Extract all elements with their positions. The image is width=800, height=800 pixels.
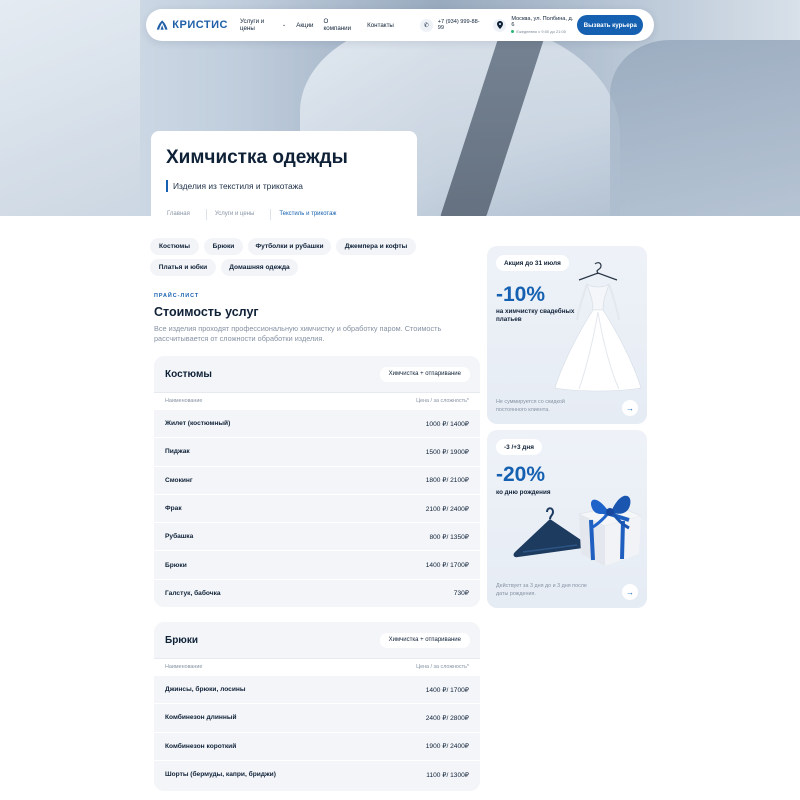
- price-table-title: Брюки: [165, 634, 198, 646]
- service-type-badge: Химчистка + отпаривание: [379, 632, 470, 648]
- table-row: Фрак 2100 ₽/ 2400₽: [154, 493, 480, 522]
- item-price: 1100 ₽/ 1300₽: [426, 771, 469, 779]
- chip-sweaters[interactable]: Джемпера и кофты: [336, 238, 416, 255]
- table-row: Брюки 1400 ₽/ 1700₽: [154, 550, 480, 578]
- phone-number: +7 (934) 999-88-99: [437, 19, 480, 31]
- item-name: Фрак: [165, 505, 182, 513]
- pricelist-eyebrow: ПРАЙС-ЛИСТ: [154, 293, 200, 299]
- item-name: Галстук, бабочка: [165, 589, 221, 597]
- breadcrumb: Главная Услуги и цены Текстиль и трикота…: [167, 209, 352, 220]
- item-name: Жилет (костюмный): [165, 420, 231, 428]
- table-header-row: Наименование Цена / за сложность*: [154, 658, 480, 675]
- price-table-suits: Костюмы Химчистка + отпаривание Наименов…: [154, 356, 480, 607]
- nav-services-label: Услуги и цены: [240, 18, 265, 32]
- hours-text: Ежедневно с 9:00 до 21:00: [516, 29, 566, 34]
- item-price: 1000 ₽/ 1400₽: [425, 420, 469, 428]
- item-name: Пиджак: [165, 448, 190, 456]
- price-table-title: Костюмы: [165, 368, 212, 380]
- breadcrumb-separator: [205, 209, 207, 220]
- item-name: Комбинезон длинный: [165, 714, 237, 722]
- item-name: Комбинезон короткий: [165, 742, 237, 750]
- item-price: 1400 ₽/ 1700₽: [425, 686, 469, 694]
- item-name: Смокинг: [165, 476, 193, 484]
- table-header-row: Наименование Цена / за сложность*: [154, 392, 480, 409]
- table-row: Пиджак 1500 ₽/ 1900₽: [154, 437, 480, 465]
- table-row: Галстук, бабочка 730₽: [154, 578, 480, 607]
- call-courier-button[interactable]: Вызвать курьера: [577, 15, 643, 35]
- breadcrumb-home[interactable]: Главная: [167, 211, 190, 220]
- chip-dresses-skirts[interactable]: Платья и юбки: [150, 259, 216, 276]
- item-price: 1900 ₽/ 2400₽: [425, 743, 469, 751]
- service-type-badge: Химчистка + отпаривание: [379, 366, 470, 382]
- promo-note: Действует за 3 дня до и 3 дня после даты…: [496, 583, 587, 597]
- table-row: Комбинезон короткий 1900 ₽/ 2400₽: [154, 731, 480, 760]
- breadcrumb-current: Текстиль и трикотаж: [279, 211, 337, 217]
- main-nav: Услуги и цены ⌄ Акции О компании Контакты: [240, 18, 404, 32]
- item-price: 2400 ₽/ 2800₽: [425, 714, 469, 722]
- breadcrumb-services[interactable]: Услуги и цены: [215, 211, 254, 220]
- site-header: КРИСТИС Услуги и цены ⌄ Акции О компании …: [146, 9, 654, 41]
- pricelist-title: Стоимость услуг: [154, 305, 259, 319]
- nav-promotions[interactable]: Акции: [296, 22, 313, 29]
- arrow-right-icon[interactable]: →: [622, 400, 638, 416]
- chip-tshirts-shirts[interactable]: Футболки и рубашки: [248, 238, 331, 255]
- item-price: 1400 ₽/ 1700₽: [425, 562, 469, 570]
- logo[interactable]: КРИСТИС: [156, 18, 228, 32]
- col-name-header: Наименование: [165, 398, 203, 404]
- promo-badge: -3 /+3 дня: [496, 439, 542, 455]
- col-price-header: Цена / за сложность*: [416, 398, 469, 404]
- opening-hours: Ежедневно с 9:00 до 21:00: [511, 29, 577, 34]
- table-row: Жилет (костюмный) 1000 ₽/ 1400₽: [154, 409, 480, 437]
- item-price: 1800 ₽/ 2100₽: [425, 477, 469, 485]
- table-row: Джинсы, брюки, лосины 1400 ₽/ 1700₽: [154, 675, 480, 703]
- table-row: Смокинг 1800 ₽/ 2100₽: [154, 465, 480, 494]
- chip-homewear[interactable]: Домашняя одежда: [221, 259, 298, 276]
- arrow-right-icon[interactable]: →: [622, 584, 638, 600]
- location-pin-icon: [493, 18, 507, 32]
- item-price: 1500 ₽/ 1900₽: [425, 448, 469, 456]
- nav-about[interactable]: О компании: [324, 18, 358, 32]
- table-row: Шорты (бермуды, капри, бриджи) 1100 ₽/ 13…: [154, 759, 480, 788]
- table-row: Рубашка 800 ₽/ 1350₽: [154, 522, 480, 550]
- chip-suits[interactable]: Костюмы: [150, 238, 199, 255]
- item-name: Шорты (бермуды, капри, бриджи): [165, 771, 276, 779]
- nav-contacts[interactable]: Контакты: [367, 22, 394, 29]
- col-name-header: Наименование: [165, 664, 203, 670]
- address-text: Москва, ул. Полбина, д. 6: [511, 16, 574, 28]
- nav-services[interactable]: Услуги и цены ⌄: [240, 18, 286, 32]
- table-row: Комбинезон длинный 2400 ₽/ 2800₽: [154, 703, 480, 731]
- promo-note: Не суммируется со скидкой постоянного кл…: [496, 399, 565, 413]
- item-price: 2100 ₽/ 2400₽: [425, 505, 469, 513]
- item-name: Джинсы, брюки, лосины: [165, 686, 246, 694]
- price-table-trousers: Брюки Химчистка + отпаривание Наименован…: [154, 622, 480, 791]
- page-title-card: Химчистка одежды Изделия из текстиля и т…: [151, 131, 417, 220]
- promo-card-wedding[interactable]: Акция до 31 июля -10% на химчистку сваде…: [487, 246, 647, 424]
- promo-percent: -10%: [496, 283, 546, 306]
- phone-icon: ✆: [419, 18, 433, 32]
- phone-block[interactable]: ✆ +7 (934) 999-88-99: [419, 18, 486, 32]
- item-price: 800 ₽/ 1350₽: [429, 533, 469, 541]
- logo-icon: [156, 20, 168, 30]
- page-subtitle: Изделия из текстиля и трикотажа: [166, 180, 303, 192]
- item-name: Брюки: [165, 561, 187, 569]
- chevron-down-icon: ⌄: [282, 22, 287, 28]
- gift-hanger-icon: [513, 495, 642, 566]
- pricelist-description: Все изделия проходят профессиональную хи…: [154, 324, 442, 343]
- chip-trousers[interactable]: Брюки: [204, 238, 243, 255]
- item-name: Рубашка: [165, 533, 194, 541]
- status-dot-icon: [511, 30, 515, 33]
- wedding-dress-icon: [554, 262, 642, 392]
- breadcrumb-separator: [270, 209, 272, 220]
- address-block: Москва, ул. Полбина, д. 6 Ежедневно с 9:…: [493, 16, 577, 34]
- col-price-header: Цена / за сложность*: [416, 664, 469, 670]
- item-price: 730₽: [453, 590, 469, 598]
- page-title: Химчистка одежды: [166, 147, 348, 168]
- logo-text: КРИСТИС: [172, 19, 228, 31]
- promo-card-birthday[interactable]: -3 /+3 дня -20% ко дню рождения Действуе…: [487, 430, 647, 608]
